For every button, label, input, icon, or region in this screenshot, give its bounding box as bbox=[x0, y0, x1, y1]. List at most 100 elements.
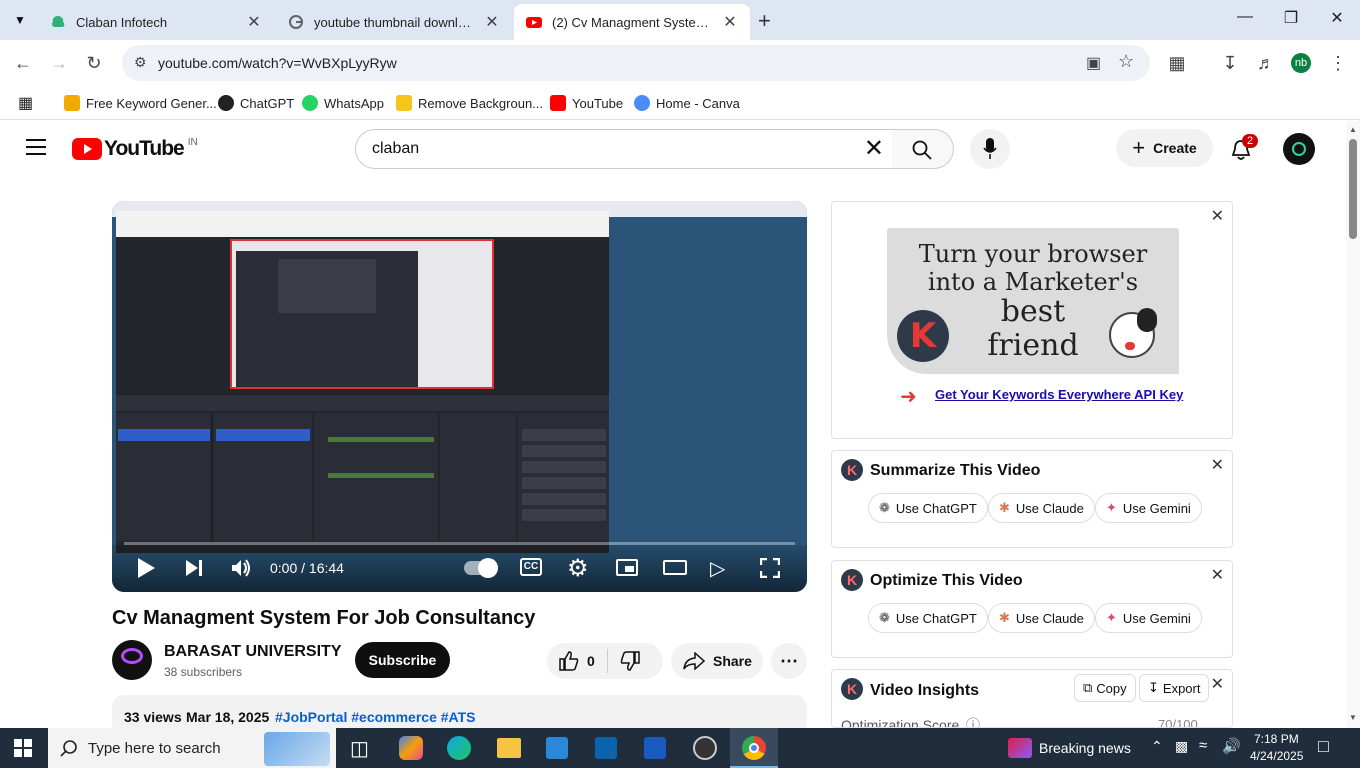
subscribe-button[interactable]: Subscribe bbox=[355, 642, 450, 678]
hashtags[interactable]: #JobPortal #ecommerce #ATS bbox=[275, 709, 476, 725]
voice-search-button[interactable] bbox=[970, 129, 1010, 169]
search-input[interactable]: claban ✕ bbox=[355, 129, 893, 169]
volume-icon[interactable] bbox=[230, 557, 252, 579]
use-claude-button[interactable]: ✱ Use Claude bbox=[988, 493, 1095, 523]
show-hidden-icons-icon[interactable]: ⌃ bbox=[1151, 738, 1163, 755]
scrollbar-thumb[interactable] bbox=[1349, 139, 1357, 239]
notification-center-icon[interactable]: □ bbox=[1318, 736, 1329, 757]
bookmark-keyword-generator[interactable]: Free Keyword Gener... bbox=[64, 92, 217, 114]
tab-google-search[interactable]: youtube thumbnail download b ✕ bbox=[276, 4, 512, 40]
clock-date[interactable]: 4/24/2025 bbox=[1250, 749, 1303, 763]
play-icon[interactable] bbox=[136, 557, 156, 579]
back-icon[interactable]: ← bbox=[12, 52, 34, 74]
site-info-icon[interactable]: ⚙ bbox=[134, 54, 147, 71]
bookmark-youtube[interactable]: YouTube bbox=[550, 92, 623, 114]
video-player[interactable] bbox=[112, 201, 807, 592]
microphone-icon bbox=[983, 138, 997, 159]
clear-search-icon[interactable]: ✕ bbox=[864, 134, 884, 163]
close-insights-icon[interactable]: ✕ bbox=[1211, 674, 1224, 694]
dislike-icon[interactable] bbox=[620, 651, 640, 671]
captions-icon[interactable]: CC bbox=[520, 558, 542, 576]
task-view-icon[interactable]: ◫ bbox=[350, 736, 369, 761]
scroll-down-icon[interactable]: ▼ bbox=[1349, 713, 1357, 722]
search-button[interactable] bbox=[892, 129, 954, 169]
search-icon bbox=[60, 740, 77, 757]
outlook-icon[interactable] bbox=[595, 737, 617, 759]
new-tab-button[interactable]: + bbox=[758, 8, 771, 34]
bookmark-star-icon[interactable]: ☆ bbox=[1118, 51, 1134, 72]
copilot-icon[interactable] bbox=[399, 736, 423, 760]
close-optimize-icon[interactable]: ✕ bbox=[1211, 565, 1224, 585]
maximize-icon[interactable]: ❐ bbox=[1268, 8, 1314, 32]
cast-icon[interactable]: ▷ bbox=[710, 556, 725, 581]
file-explorer-icon[interactable] bbox=[497, 738, 521, 758]
tab-claban[interactable]: Claban Infotech ✕ bbox=[38, 4, 274, 40]
close-tab-icon[interactable]: ✕ bbox=[722, 12, 738, 32]
word-icon[interactable] bbox=[644, 737, 666, 759]
close-tab-icon[interactable]: ✕ bbox=[484, 12, 500, 32]
theater-mode-icon[interactable] bbox=[663, 560, 687, 575]
scroll-up-icon[interactable]: ▲ bbox=[1349, 125, 1357, 134]
bookmark-whatsapp[interactable]: WhatsApp bbox=[302, 92, 384, 114]
downloads-icon[interactable]: ↧ bbox=[1219, 52, 1241, 74]
channel-name[interactable]: BARASAT UNIVERSITY bbox=[164, 643, 342, 661]
copy-button[interactable]: ⧉ Copy bbox=[1074, 674, 1136, 702]
fullscreen-icon[interactable] bbox=[760, 558, 780, 578]
chrome-menu-icon[interactable]: ⋮ bbox=[1327, 52, 1349, 74]
settings-gear-icon[interactable]: ⚙ bbox=[567, 554, 589, 583]
page-scrollbar[interactable]: ▲ ▼ bbox=[1346, 121, 1360, 728]
bookmark-chatgpt[interactable]: ChatGPT bbox=[218, 92, 294, 114]
next-video-icon[interactable] bbox=[184, 558, 204, 578]
more-actions-button[interactable]: ⋯ bbox=[771, 643, 807, 679]
network-wifi-icon[interactable]: ≈ bbox=[1199, 737, 1207, 754]
apps-grid-icon[interactable]: ▦ bbox=[18, 92, 33, 114]
windows-start-icon[interactable] bbox=[14, 739, 32, 757]
youtube-logo[interactable]: YouTube IN bbox=[72, 137, 198, 161]
use-claude-button[interactable]: ✱ Use Claude bbox=[988, 603, 1095, 633]
tab-title: Claban Infotech bbox=[76, 14, 168, 30]
news-widget[interactable]: Breaking news bbox=[1004, 728, 1134, 768]
menu-hamburger-icon[interactable] bbox=[26, 139, 46, 155]
minimize-icon[interactable]: — bbox=[1222, 8, 1268, 32]
close-ad-icon[interactable]: ✕ bbox=[1211, 206, 1224, 226]
profile-avatar[interactable]: nb bbox=[1291, 53, 1311, 73]
miniplayer-icon[interactable] bbox=[616, 559, 638, 576]
tab-youtube-active[interactable]: (2) Cv Managment System For J ✕ bbox=[514, 4, 750, 40]
forward-icon[interactable]: → bbox=[48, 52, 70, 74]
address-bar[interactable]: ⚙ youtube.com/watch?v=WvBXpLyyRyw ▣ ☆ bbox=[122, 45, 1150, 81]
account-avatar[interactable] bbox=[1283, 133, 1315, 165]
chrome-taskbar-icon[interactable] bbox=[730, 728, 778, 768]
bookmark-canva[interactable]: Home - Canva bbox=[634, 92, 740, 114]
autoplay-toggle[interactable] bbox=[464, 558, 498, 578]
media-controls-icon[interactable]: ♬ bbox=[1255, 52, 1277, 74]
edge-icon[interactable] bbox=[447, 736, 471, 760]
close-summarize-icon[interactable]: ✕ bbox=[1211, 455, 1224, 475]
reload-icon[interactable]: ↻ bbox=[83, 52, 105, 74]
ad-banner[interactable]: Turn your browser into a Marketer's best… bbox=[887, 228, 1179, 374]
share-button[interactable]: Share bbox=[671, 643, 763, 679]
use-gemini-button[interactable]: ✦ Use Gemini bbox=[1095, 493, 1202, 523]
install-app-icon[interactable]: ▣ bbox=[1086, 53, 1101, 73]
close-tab-icon[interactable]: ✕ bbox=[246, 12, 262, 32]
export-button[interactable]: ↧ Export bbox=[1139, 674, 1210, 702]
speaker-icon[interactable]: 🔊 bbox=[1222, 737, 1241, 755]
api-key-link[interactable]: Get Your Keywords Everywhere API Key bbox=[935, 387, 1183, 402]
microsoft-store-icon[interactable] bbox=[546, 737, 568, 759]
taskbar-search-box[interactable]: Type here to search bbox=[48, 728, 336, 768]
autoplay-knob-icon bbox=[478, 558, 498, 578]
extensions-icon[interactable]: ▦ bbox=[1166, 52, 1188, 74]
use-chatgpt-button[interactable]: ❁ Use ChatGPT bbox=[868, 603, 988, 633]
use-gemini-button[interactable]: ✦ Use Gemini bbox=[1095, 603, 1202, 633]
use-chatgpt-button[interactable]: ❁ Use ChatGPT bbox=[868, 493, 988, 523]
info-icon[interactable]: ⓘ bbox=[966, 715, 980, 727]
bookmark-remove-bg[interactable]: Remove Backgroun... bbox=[396, 92, 543, 114]
notifications-button[interactable]: 2 bbox=[1230, 134, 1259, 166]
obs-icon[interactable] bbox=[693, 736, 717, 760]
close-window-icon[interactable]: ✕ bbox=[1314, 8, 1360, 32]
clock-time[interactable]: 7:18 PM bbox=[1254, 732, 1299, 746]
like-icon[interactable] bbox=[559, 651, 579, 671]
tab-search-dropdown[interactable]: ▼ bbox=[10, 10, 30, 30]
meet-camera-icon[interactable]: ▩ bbox=[1175, 738, 1188, 755]
channel-avatar[interactable] bbox=[112, 640, 152, 680]
create-button[interactable]: + Create bbox=[1116, 129, 1213, 167]
